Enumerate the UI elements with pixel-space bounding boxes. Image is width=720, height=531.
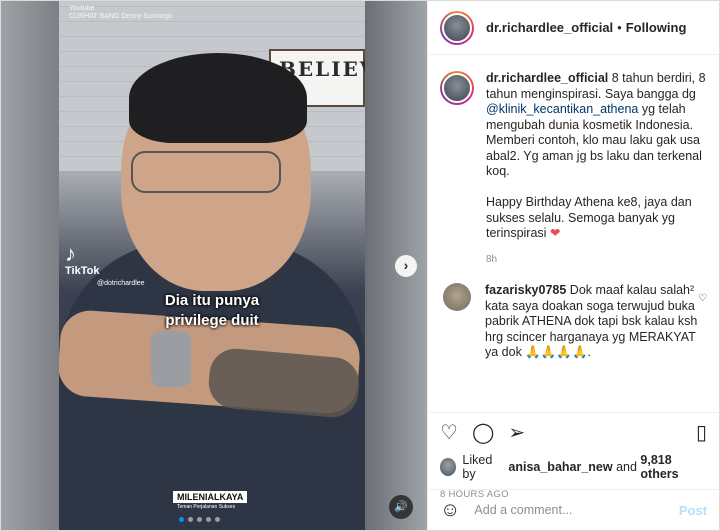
post-button[interactable]: Post — [679, 503, 707, 518]
avatar[interactable] — [440, 458, 457, 476]
post-caption: dr.richardlee_official 8 tahun berdiri, … — [440, 71, 707, 267]
post-media[interactable]: BELIEV Youtube CURHAT BANG Denny Sumargo… — [1, 1, 427, 530]
liked-by-and: and — [612, 460, 641, 474]
share-icon[interactable]: ➢ — [508, 423, 525, 443]
action-icons: ♡ ◯ ➢ ▯ — [440, 419, 707, 447]
comment-username[interactable]: fazarisky0785 — [485, 283, 566, 297]
liked-by-prefix: Liked by — [462, 453, 493, 481]
carousel-dot — [188, 517, 193, 522]
post-header: dr.richardlee_official • Following — [428, 1, 719, 55]
caption-body-3: Happy Birthday Athena ke8, jaya dan suks… — [486, 195, 692, 240]
post-side-panel: dr.richardlee_official • Following dr.ri… — [427, 1, 719, 530]
glasses — [131, 151, 281, 193]
separator-dot: • — [617, 20, 622, 35]
comment-item: fazarisky0785 Dok maaf kalau salah² kata… — [440, 283, 707, 361]
brand-sub-label: Teman Perjalanan Sukses — [177, 504, 236, 510]
comment-like-heart-icon[interactable]: ♡ — [698, 293, 707, 304]
blur-left — [1, 1, 59, 530]
liked-by-count[interactable]: 9,818 others — [640, 453, 707, 481]
sound-toggle-button[interactable]: 🔊 — [389, 495, 413, 519]
heart-icon[interactable]: ♡ — [440, 423, 458, 443]
tiktok-icon: ♪ — [65, 241, 76, 266]
speaker-icon: 🔊 — [394, 501, 408, 513]
subtitle-line-2: privilege duit — [165, 312, 259, 329]
red-heart-emoji: ❤ — [549, 226, 561, 240]
following-button[interactable]: Following — [626, 20, 687, 35]
liked-by-user[interactable]: anisa_bahar_new — [508, 460, 612, 474]
video-subtitle: Dia itu punya privilege duit — [157, 291, 267, 331]
header-username[interactable]: dr.richardlee_official — [486, 20, 613, 35]
carousel-dot — [206, 517, 211, 522]
carousel-dot — [197, 517, 202, 522]
emoji-icon[interactable]: ☺ — [440, 499, 460, 522]
comment-icon[interactable]: ◯ — [472, 423, 494, 443]
carousel-dot — [179, 517, 184, 522]
comment-input[interactable] — [474, 503, 679, 517]
tiktok-watermark: ♪ TikTok @dotrichardlee — [65, 241, 145, 288]
avatar[interactable] — [440, 71, 474, 105]
video-watermark: Youtube CURHAT BANG Denny Sumargo — [69, 5, 172, 20]
tiktok-handle: @dotrichardlee — [97, 280, 145, 287]
caption-timestamp[interactable]: 8h — [486, 252, 707, 268]
video-frame[interactable]: BELIEV Youtube CURHAT BANG Denny Sumargo… — [59, 1, 365, 530]
person-hair — [129, 53, 307, 143]
chevron-right-icon: › — [403, 257, 409, 273]
next-slide-button[interactable]: › — [395, 255, 417, 277]
comment-text: fazarisky0785 Dok maaf kalau salah² kata… — [485, 283, 707, 361]
brand-label: MILENIALKAYA — [173, 491, 248, 503]
subtitle-line-1: Dia itu punya — [164, 292, 260, 309]
carousel-dots — [179, 517, 220, 522]
mention-link[interactable]: @klinik_kecantikan_athena — [486, 102, 638, 116]
caption-username[interactable]: dr.richardlee_official — [486, 71, 608, 85]
comments-section[interactable]: dr.richardlee_official 8 tahun berdiri, … — [428, 55, 719, 412]
likes-summary: Liked by anisa_bahar_new and 9,818 other… — [440, 453, 707, 481]
add-comment-bar: ☺ Post — [428, 489, 719, 530]
tiktok-label: TikTok — [65, 265, 100, 277]
avatar[interactable] — [443, 283, 471, 311]
carousel-dot — [215, 517, 220, 522]
bookmark-icon[interactable]: ▯ — [696, 423, 707, 443]
caption-text: dr.richardlee_official 8 tahun berdiri, … — [486, 71, 707, 267]
wristwatch — [151, 331, 191, 387]
avatar[interactable] — [440, 10, 474, 45]
post-modal: BELIEV Youtube CURHAT BANG Denny Sumargo… — [0, 0, 720, 531]
